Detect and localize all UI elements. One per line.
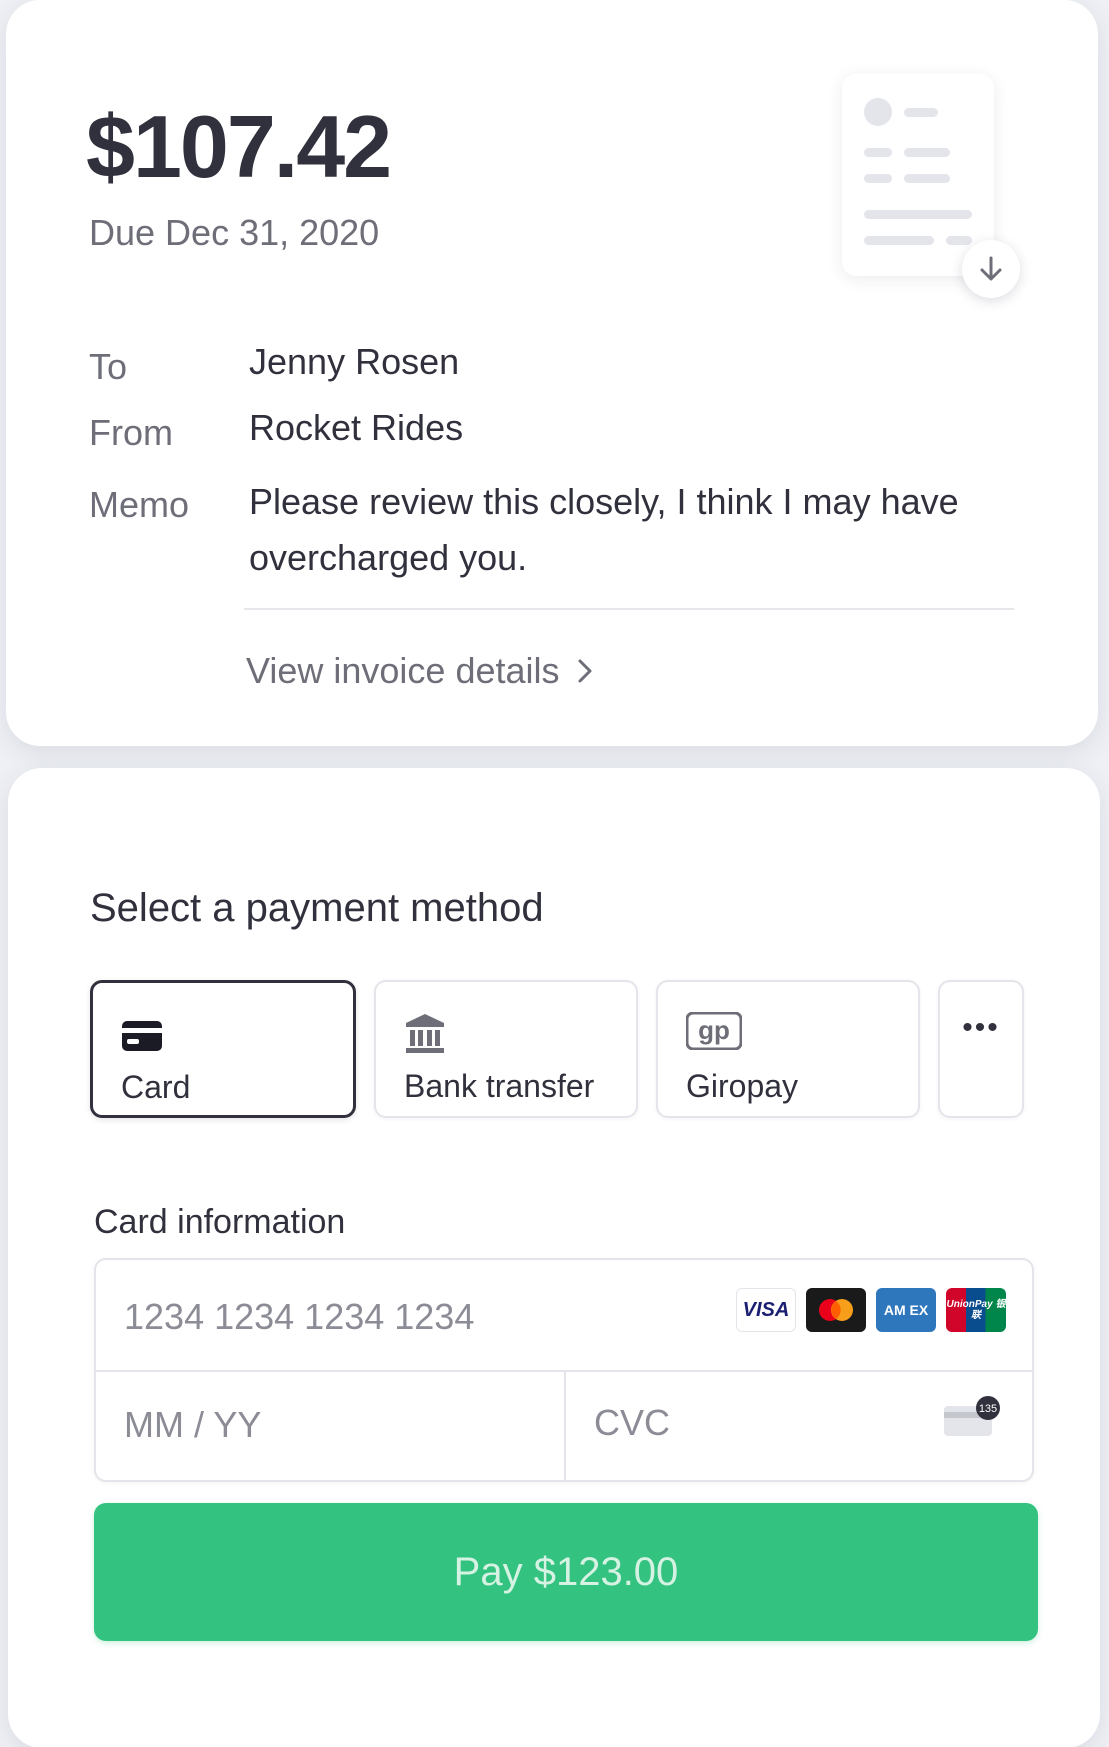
from-value: Rocket Rides <box>249 407 464 448</box>
from-label: From <box>89 412 173 453</box>
pay-button[interactable]: Pay $123.00 <box>94 1503 1038 1641</box>
amex-icon: AM EX <box>876 1288 936 1332</box>
unionpay-icon: UnionPay 银联 <box>946 1288 1006 1332</box>
svg-text:135: 135 <box>979 1403 997 1415</box>
card-brand-logos: VISA AM EX UnionPay 银联 <box>736 1288 1006 1332</box>
credit-card-icon <box>122 1021 162 1051</box>
invoice-summary-card: $107.42 Due Dec 31, 2020 To Jenny Rosen … <box>6 0 1098 746</box>
memo-value: Please review this closely, I think I ma… <box>249 481 959 578</box>
card-number-input[interactable]: 1234 1234 1234 1234 <box>124 1296 474 1338</box>
to-label: To <box>89 346 128 387</box>
svg-text:gp: gp <box>698 1015 730 1045</box>
bank-icon <box>406 1014 444 1053</box>
invoice-amount: $107.42 <box>86 97 392 196</box>
more-payment-methods-button[interactable]: ••• <box>938 980 1024 1118</box>
invoice-document-icon[interactable] <box>842 74 994 276</box>
invoice-due-date: Due Dec 31, 2020 <box>89 212 380 253</box>
view-invoice-details-link[interactable]: View invoice details <box>246 650 594 692</box>
mastercard-icon <box>806 1288 866 1332</box>
view-invoice-details-label: View invoice details <box>246 650 560 691</box>
tab-bank-transfer[interactable]: Bank transfer <box>374 980 638 1118</box>
tab-bank-transfer-label: Bank transfer <box>404 1068 595 1104</box>
memo-label: Memo <box>89 484 190 525</box>
payment-method-card: Select a payment method Card Bank transf… <box>8 768 1100 1747</box>
divider <box>244 608 1014 610</box>
cvc-card-icon: 135 <box>942 1396 1002 1445</box>
to-value: Jenny Rosen <box>249 341 460 382</box>
tab-card[interactable]: Card <box>90 980 356 1118</box>
tab-giropay-label: Giropay <box>686 1068 799 1104</box>
cvc-input[interactable]: CVC <box>594 1402 670 1444</box>
tab-giropay[interactable]: gp Giropay <box>656 980 920 1118</box>
arrow-down-icon <box>980 256 1002 281</box>
giropay-icon: gp <box>686 1012 742 1050</box>
visa-icon: VISA <box>736 1288 796 1332</box>
expiry-input[interactable]: MM / YY <box>124 1404 261 1446</box>
card-information-label: Card information <box>94 1203 346 1241</box>
ellipsis-icon: ••• <box>962 1011 1000 1044</box>
download-invoice-button[interactable] <box>962 240 1020 298</box>
payment-method-title: Select a payment method <box>90 886 544 930</box>
card-information-input-group: 1234 1234 1234 1234 VISA AM EX UnionPay … <box>94 1258 1034 1482</box>
chevron-right-icon <box>578 659 592 683</box>
tab-card-label: Card <box>121 1069 191 1105</box>
